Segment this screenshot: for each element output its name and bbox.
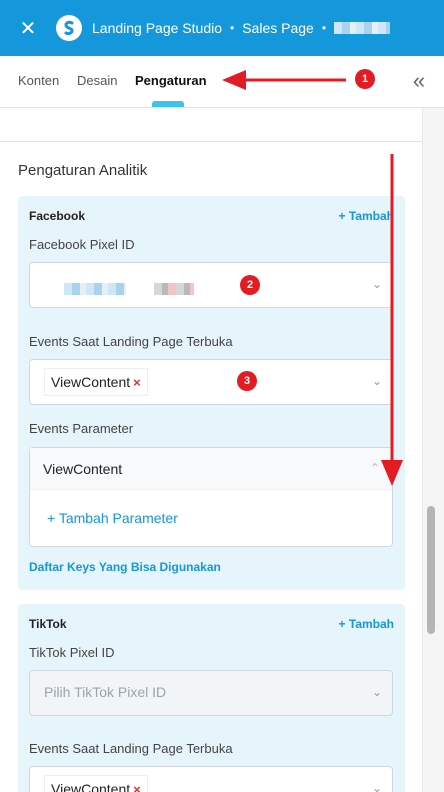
redacted-text bbox=[334, 22, 391, 34]
facebook-add-button[interactable]: + Tambah bbox=[339, 209, 394, 223]
close-icon[interactable]: ✕ bbox=[0, 0, 56, 56]
facebook-pixel-label: Facebook Pixel ID bbox=[29, 237, 135, 252]
chevron-down-icon[interactable]: ⌄ bbox=[372, 781, 382, 792]
redacted-pixel-id bbox=[64, 283, 126, 295]
event-params-header[interactable]: ViewContent ⌃ bbox=[30, 448, 392, 490]
annotation-badge-1: 1 bbox=[355, 69, 375, 89]
tab-pengaturan[interactable]: Pengaturan bbox=[135, 73, 207, 88]
facebook-card: Facebook + Tambah Facebook Pixel ID ⌄ Ev… bbox=[18, 196, 405, 590]
tiktok-events-select[interactable]: ViewContent × ⌄ bbox=[29, 766, 393, 792]
event-tag: ViewContent × bbox=[44, 368, 148, 396]
event-tag: ViewContent × bbox=[44, 775, 148, 792]
section-title: Pengaturan Analitik bbox=[18, 162, 148, 179]
tiktok-add-button[interactable]: + Tambah bbox=[339, 617, 394, 631]
breadcrumb-app[interactable]: Landing Page Studio bbox=[92, 20, 222, 36]
chevron-down-icon[interactable]: ⌄ bbox=[372, 277, 382, 291]
tiktok-card: TikTok + Tambah TikTok Pixel ID Pilih Ti… bbox=[18, 604, 405, 792]
add-parameter-button[interactable]: + Tambah Parameter bbox=[47, 510, 178, 526]
tiktok-pixel-label: TikTok Pixel ID bbox=[29, 645, 115, 660]
event-tag-label: ViewContent bbox=[51, 374, 131, 390]
annotation-badge-3: 3 bbox=[237, 371, 257, 391]
tiktok-pixel-select[interactable]: Pilih TikTok Pixel ID ⌄ bbox=[29, 670, 393, 716]
tab-konten[interactable]: Konten bbox=[18, 73, 59, 88]
tab-bar: Konten Desain Pengaturan bbox=[0, 56, 444, 108]
top-bar: ✕ Landing Page Studio • Sales Page • bbox=[0, 0, 444, 56]
breadcrumb-page[interactable]: Sales Page bbox=[242, 20, 314, 36]
event-params-title: ViewContent bbox=[43, 461, 123, 477]
active-tab-indicator bbox=[152, 101, 184, 107]
studio-logo-icon bbox=[56, 15, 82, 41]
tiktok-pixel-placeholder: Pilih TikTok Pixel ID bbox=[44, 684, 167, 700]
facebook-params-label: Events Parameter bbox=[29, 421, 134, 436]
facebook-pixel-select[interactable]: ⌄ bbox=[29, 262, 393, 308]
chevron-up-icon[interactable]: ⌃ bbox=[370, 461, 380, 475]
tiktok-events-label: Events Saat Landing Page Terbuka bbox=[29, 741, 233, 756]
breadcrumb-separator: • bbox=[230, 21, 235, 35]
facebook-events-select[interactable]: ViewContent × ⌄ bbox=[29, 359, 393, 405]
scrollbar-thumb[interactable] bbox=[427, 506, 435, 634]
facebook-events-label: Events Saat Landing Page Terbuka bbox=[29, 334, 233, 349]
remove-x-icon[interactable]: × bbox=[133, 375, 141, 390]
annotation-badge-2: 2 bbox=[240, 275, 260, 295]
facebook-title: Facebook bbox=[29, 209, 86, 223]
chevron-down-icon[interactable]: ⌄ bbox=[372, 374, 382, 388]
event-params-box: ViewContent ⌃ + Tambah Parameter bbox=[29, 447, 393, 547]
redacted-pixel-name bbox=[154, 283, 194, 295]
breadcrumb-separator: • bbox=[321, 21, 327, 35]
remove-x-icon[interactable]: × bbox=[133, 782, 141, 792]
chevron-down-icon[interactable]: ⌄ bbox=[372, 685, 382, 699]
keys-list-link[interactable]: Daftar Keys Yang Bisa Digunakan bbox=[29, 560, 221, 574]
tiktok-title: TikTok bbox=[29, 617, 67, 631]
tab-desain[interactable]: Desain bbox=[77, 73, 117, 88]
double-chevron-left-icon[interactable]: « bbox=[400, 64, 434, 98]
panel-divider bbox=[0, 108, 422, 142]
event-tag-label: ViewContent bbox=[51, 781, 131, 792]
scrollbar-track[interactable] bbox=[422, 108, 444, 792]
